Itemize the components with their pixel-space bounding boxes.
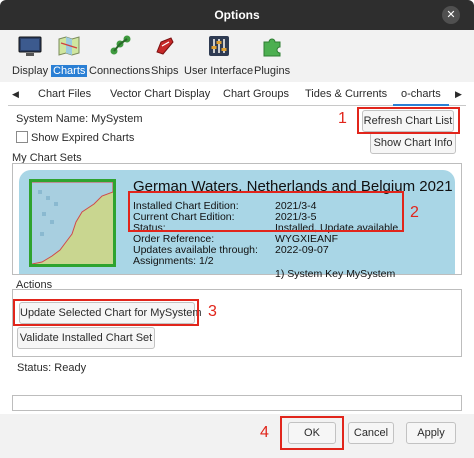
sliders-icon	[208, 36, 229, 56]
show-chart-info-button[interactable]: Show Chart Info	[370, 132, 456, 154]
window-titlebar: Options ✕	[0, 0, 474, 30]
ship-icon	[156, 37, 174, 55]
toolbar-label: Charts	[51, 65, 88, 77]
toolbar-label: Ships	[151, 65, 179, 77]
show-expired-checkbox[interactable]	[16, 131, 28, 143]
toolbar-item-plugins[interactable]: Plugins	[254, 34, 290, 77]
toolbar-label: Plugins	[254, 65, 291, 77]
apply-button[interactable]: Apply	[406, 422, 456, 444]
show-expired-label: Show Expired Charts	[31, 132, 135, 144]
toolbar-label: User Interface	[184, 65, 254, 77]
tab-o-charts[interactable]: o-charts	[393, 88, 449, 106]
assignments-key: Assignments:	[133, 255, 197, 267]
puzzle-icon	[263, 38, 281, 57]
annotation-number-3: 3	[208, 303, 217, 320]
tab-tides-currents[interactable]: Tides & Currents	[305, 88, 387, 100]
annotation-box-4	[280, 416, 344, 450]
annotation-box-1	[357, 107, 460, 134]
tab-scroll-right-icon[interactable]: ▶	[455, 89, 462, 100]
annotation-box-3	[13, 299, 199, 326]
window-title: Options	[214, 8, 260, 22]
tab-chart-groups[interactable]: Chart Groups	[223, 88, 289, 100]
assignments-value: 1/2	[199, 255, 214, 267]
toolbar-item-charts[interactable]: Charts	[51, 34, 88, 77]
toolbar-label: Display	[12, 65, 49, 77]
toolbar-item-display[interactable]: Display	[12, 34, 48, 77]
show-expired-row[interactable]: Show Expired Charts	[16, 131, 134, 144]
annotation-box-2	[128, 191, 404, 232]
annotation-number-1: 1	[338, 110, 347, 127]
tab-vector-chart-display[interactable]: Vector Chart Display	[110, 88, 210, 100]
monitor-icon	[18, 36, 42, 56]
map-coastline-icon	[32, 182, 113, 264]
validate-chart-set-button[interactable]: Validate Installed Chart Set	[17, 327, 155, 349]
dialog-footer	[0, 414, 474, 458]
toolbar-item-user-interface[interactable]: User Interface	[184, 34, 253, 77]
chart-thumbnail-image	[29, 179, 116, 267]
toolbar-label: Connections	[89, 65, 151, 77]
cancel-button[interactable]: Cancel	[348, 422, 394, 444]
toolbar-item-ships[interactable]: Ships	[151, 34, 179, 77]
annotation-number-2: 2	[410, 204, 419, 221]
toolbar-item-connections[interactable]: Connections	[89, 34, 150, 77]
status-text: Status: Ready	[17, 362, 87, 374]
category-toolbar: Display Charts Connections Ships User In…	[0, 30, 474, 82]
close-icon[interactable]: ✕	[442, 6, 460, 24]
tab-bar: ◀ Chart Files Vector Chart Display Chart…	[8, 86, 466, 106]
chart-icon	[58, 36, 80, 56]
annotation-number-4: 4	[260, 424, 269, 441]
system-name-label: System Name: MySystem	[16, 113, 143, 125]
status-log-box	[12, 395, 462, 411]
tab-scroll-left-icon[interactable]: ◀	[12, 89, 19, 100]
tab-chart-files[interactable]: Chart Files	[38, 88, 91, 100]
updates-through-value: 2022-09-07	[275, 244, 329, 256]
system-key-assignment: 1) System Key MySystem	[275, 268, 396, 280]
connections-icon	[110, 35, 131, 55]
